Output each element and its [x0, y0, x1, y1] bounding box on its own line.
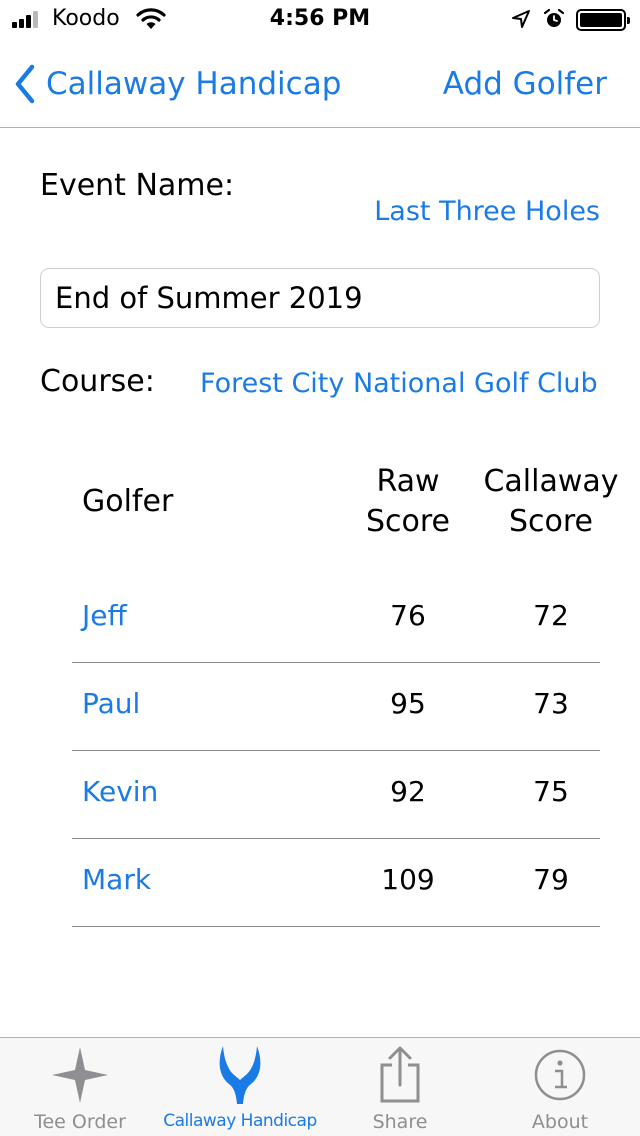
- callaway-score: 75: [533, 775, 569, 808]
- golfer-name-link[interactable]: Jeff: [82, 599, 127, 632]
- navigation-bar: Callaway Handicap Add Golfer: [0, 40, 640, 128]
- table-row: Kevin 92 75: [72, 751, 600, 839]
- scores-rows: Jeff 76 72 Paul 95 73 Kevin 92 75 Mark 1…: [72, 575, 600, 927]
- raw-score: 95: [390, 687, 426, 720]
- raw-score: 109: [381, 863, 435, 896]
- event-name-label: Event Name:: [40, 168, 235, 203]
- callaway-score: 72: [533, 599, 569, 632]
- share-icon: [320, 1044, 480, 1106]
- battery-icon: [576, 9, 630, 31]
- course-link[interactable]: Forest City National Golf Club: [200, 368, 598, 399]
- tab-label: Callaway Handicap: [163, 1111, 317, 1131]
- header-callaway-score: Callaway Score: [476, 462, 626, 542]
- callaway-score: 73: [533, 687, 569, 720]
- back-button-label: Callaway Handicap: [46, 66, 342, 102]
- horns-icon: [160, 1044, 320, 1106]
- tab-label: Share: [372, 1111, 428, 1133]
- table-row: Paul 95 73: [72, 663, 600, 751]
- last-three-holes-link[interactable]: Last Three Holes: [374, 196, 600, 227]
- tab-about[interactable]: About: [480, 1038, 640, 1136]
- tab-tee-order[interactable]: Tee Order: [0, 1038, 160, 1136]
- tab-bar: Tee Order Callaway Handicap Share About: [0, 1037, 640, 1136]
- event-name-input[interactable]: [40, 268, 600, 328]
- golfer-name-link[interactable]: Mark: [82, 863, 151, 896]
- back-button[interactable]: Callaway Handicap: [14, 60, 341, 108]
- header-golfer: Golfer: [82, 484, 174, 519]
- header-raw-line2: Score: [365, 504, 451, 539]
- header-raw-score: Raw Score: [356, 462, 460, 542]
- golfer-name-link[interactable]: Kevin: [82, 775, 158, 808]
- chevron-left-icon: [15, 64, 35, 104]
- golfer-name-link[interactable]: Paul: [82, 687, 140, 720]
- location-arrow-icon: [511, 9, 531, 33]
- callaway-score: 79: [533, 863, 569, 896]
- table-row: Jeff 76 72: [72, 575, 600, 663]
- header-callaway-line2: Score: [508, 504, 594, 539]
- header-raw-line1: Raw: [376, 464, 440, 499]
- star-icon: [0, 1044, 160, 1106]
- status-bar: Koodo 4:56 PM: [0, 0, 640, 40]
- tab-label: About: [531, 1111, 589, 1133]
- tab-callaway-handicap[interactable]: Callaway Handicap: [160, 1038, 320, 1136]
- course-label: Course:: [40, 364, 155, 399]
- tab-share[interactable]: Share: [320, 1038, 480, 1136]
- header-callaway-line1: Callaway: [483, 464, 619, 499]
- raw-score: 92: [390, 775, 426, 808]
- raw-score: 76: [390, 599, 426, 632]
- alarm-clock-icon: [543, 8, 565, 34]
- tab-label: Tee Order: [34, 1111, 126, 1133]
- add-golfer-button[interactable]: Add Golfer: [443, 60, 607, 108]
- info-icon: [480, 1044, 640, 1106]
- table-row: Mark 109 79: [72, 839, 600, 927]
